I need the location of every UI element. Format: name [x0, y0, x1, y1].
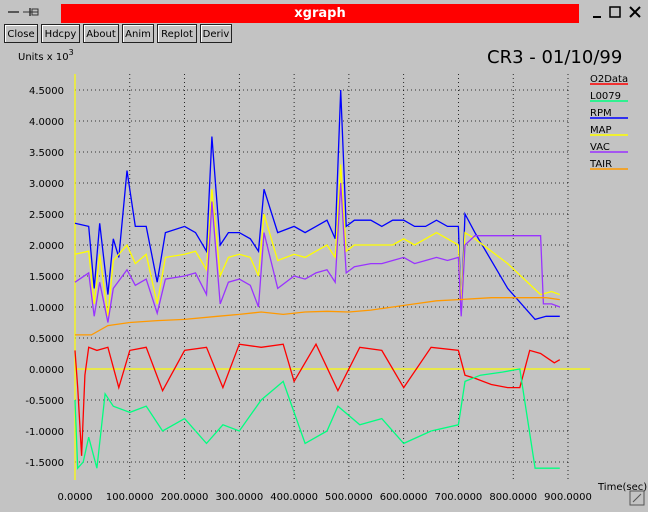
resize-corner-icon[interactable]	[629, 490, 645, 506]
y-tick-label: 2.0000	[29, 241, 64, 252]
window-title: xgraph	[61, 4, 579, 23]
y-tick-label: 4.0000	[29, 117, 64, 128]
deriv-button[interactable]: Deriv	[200, 24, 232, 43]
y-axis-label: Units x 103	[18, 48, 74, 63]
x-tick-label: 500.0000	[325, 492, 373, 503]
close-button[interactable]: Close	[4, 24, 38, 43]
x-tick-label: 800.0000	[489, 492, 537, 503]
y-tick-label: -0.5000	[25, 396, 64, 407]
chart-title: CR3 - 01/10/99	[487, 47, 622, 68]
xgraph-window: xgraph Close Hdcpy About Anim Replot Der…	[0, 0, 648, 508]
plot-area[interactable]: CR3 - 01/10/99 Units x 103 Time(sec) 4.5…	[0, 44, 648, 508]
maximize-icon[interactable]	[607, 3, 623, 21]
series-line-l0079	[74, 368, 560, 470]
x-tick-label: 100.0000	[106, 492, 154, 503]
xgraph-chart: CR3 - 01/10/99 Units x 103 Time(sec) 4.5…	[18, 47, 647, 503]
x-tick-label: 300.0000	[215, 492, 263, 503]
y-tick-label: 0.0000	[29, 365, 64, 376]
y-tick-label: 0.5000	[29, 334, 64, 345]
y-axis-label-exponent: 3	[69, 48, 74, 57]
y-tick-label: 1.0000	[29, 303, 64, 314]
minimize-icon[interactable]	[589, 3, 605, 21]
anim-button[interactable]: Anim	[122, 24, 154, 43]
about-button[interactable]: About	[83, 24, 119, 43]
y-tick-label: 2.5000	[29, 210, 64, 221]
x-tick-label: 900.0000	[544, 492, 592, 503]
close-icon[interactable]	[627, 3, 643, 21]
x-tick-label: 600.0000	[380, 492, 428, 503]
y-tick-label: 4.5000	[29, 86, 64, 97]
x-tick-label: 0.0000	[58, 492, 93, 503]
y-tick-label: 3.5000	[29, 148, 64, 159]
y-tick-label: -1.5000	[25, 458, 64, 469]
series-line-map	[74, 164, 561, 317]
series-line-tair	[75, 297, 560, 336]
window-menu-icon[interactable]	[5, 3, 41, 21]
y-tick-label: 1.5000	[29, 272, 64, 283]
hdcpy-button[interactable]: Hdcpy	[41, 24, 80, 43]
y-axis-label-text: Units x 10	[18, 52, 69, 63]
window-menu-icon-glyph	[8, 8, 39, 16]
y-tick-label: 3.0000	[29, 179, 64, 190]
replot-button[interactable]: Replot	[157, 24, 197, 43]
y-tick-label: -1.0000	[25, 427, 64, 438]
x-tick-label: 400.0000	[270, 492, 318, 503]
title-bar[interactable]: xgraph	[0, 0, 648, 26]
x-tick-label: 700.0000	[435, 492, 483, 503]
x-tick-label: 200.0000	[161, 492, 209, 503]
